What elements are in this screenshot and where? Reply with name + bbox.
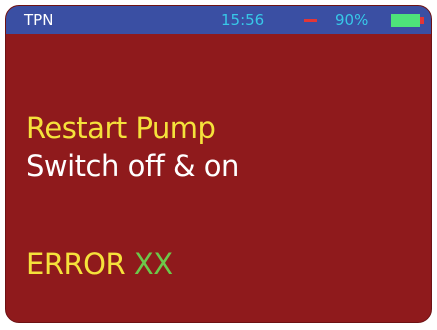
pump-screen: TPN 15:56 90% Restart Pump Switch off & … [5,5,432,323]
battery-icon [391,14,420,27]
clock-time: 15:56 [221,11,265,29]
error-label: ERROR [26,247,126,281]
restart-pump-message: Restart Pump [26,111,216,145]
switch-off-on-message: Switch off & on [26,149,239,183]
status-bar: TPN 15:56 90% [6,6,431,34]
error-message: ERROR XX [26,247,173,281]
battery-percent: 90% [335,11,369,29]
battery-tip-icon [420,17,424,24]
app-name: TPN [24,11,54,29]
error-code: XX [133,247,173,281]
dash-indicator-icon [304,19,317,22]
